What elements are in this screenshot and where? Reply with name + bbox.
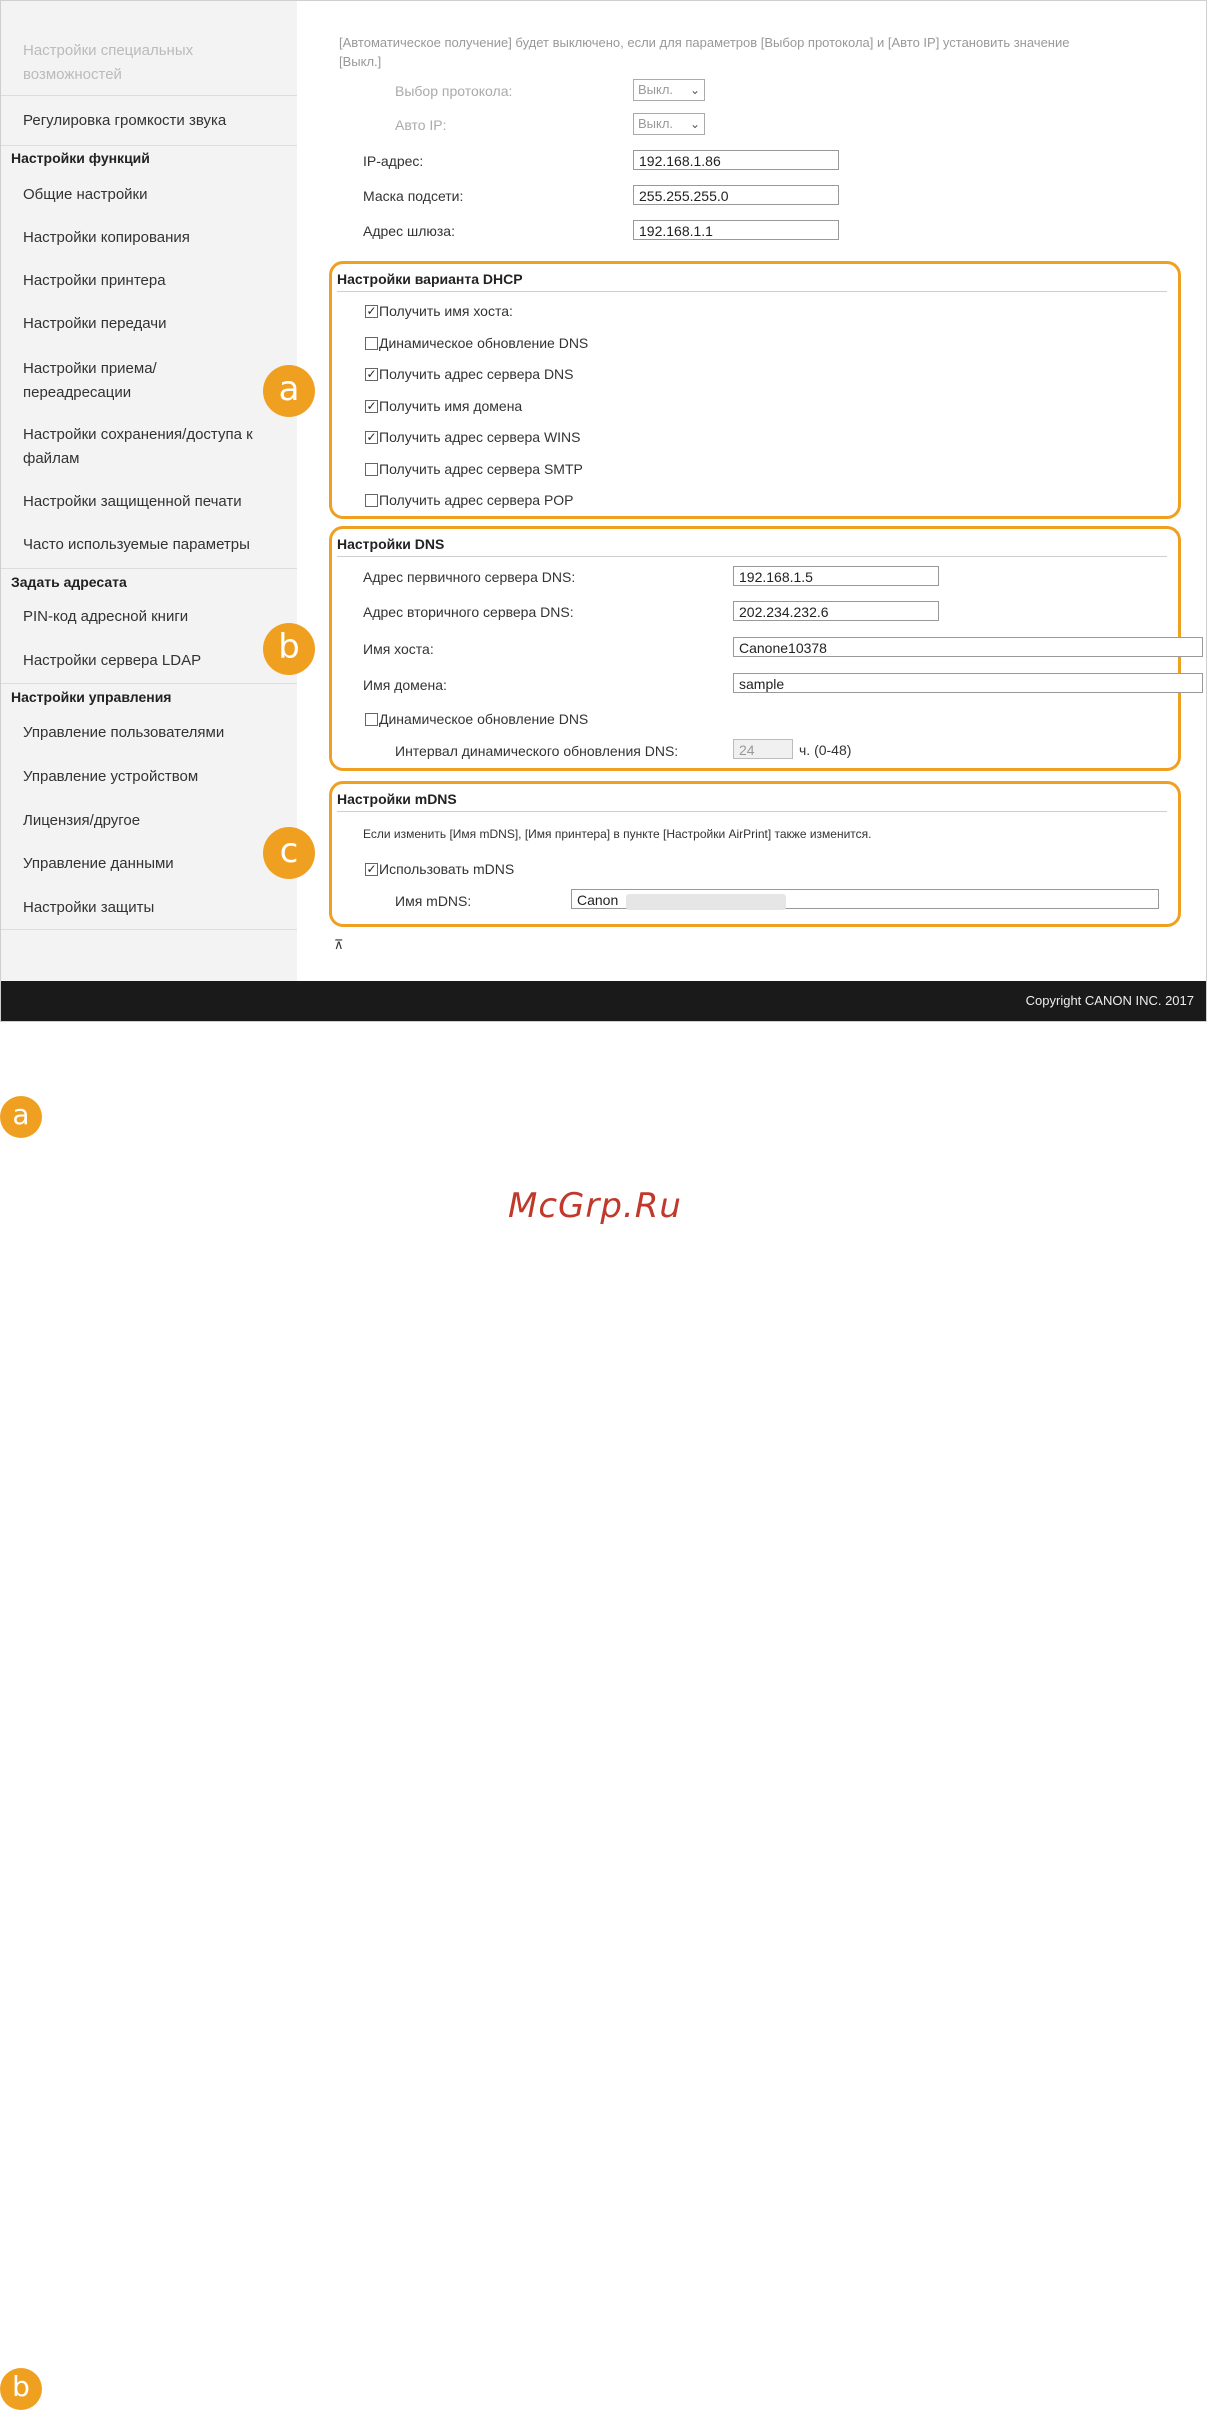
dhcp-option-label: Получить имя хоста: <box>379 303 513 319</box>
watermark-text: McGrp.Ru <box>508 1186 682 1226</box>
chevron-down-icon: ⌄ <box>689 83 700 97</box>
sidebar-item-volume[interactable]: Регулировка громкости звука <box>23 109 273 133</box>
interval-input[interactable]: 24 <box>733 739 793 759</box>
dhcp-option-label: Получить адрес сервера DNS <box>379 366 574 382</box>
sidebar-item-accessibility[interactable]: Настройки специальных возможностей <box>23 39 273 87</box>
dhcp-option-label: Получить адрес сервера POP <box>379 492 574 508</box>
autoip-select-value: Выкл. <box>638 116 674 131</box>
protocol-select[interactable]: Выкл. ⌄ <box>633 79 705 101</box>
sidebar-item-license[interactable]: Лицензия/другое <box>23 809 273 833</box>
sidebar-item-device[interactable]: Управление устройством <box>23 765 273 789</box>
callout-c-badge: c <box>263 827 315 879</box>
sidebar-item-printer[interactable]: Настройки принтера <box>23 269 273 293</box>
sidebar-item-data[interactable]: Управление данными <box>23 852 273 876</box>
mask-label: Маска подсети: <box>363 188 464 204</box>
domain-label: Имя домена: <box>363 677 447 693</box>
sidebar-item-ldap[interactable]: Настройки сервера LDAP <box>23 649 273 673</box>
sidebar-heading-functions: Настройки функций <box>11 150 150 166</box>
secondary-dns-input[interactable]: 202.234.232.6 <box>733 601 939 621</box>
gateway-input[interactable]: 192.168.1.1 <box>633 220 839 240</box>
secondary-dns-label: Адрес вторичного сервера DNS: <box>363 604 574 620</box>
dhcp-option-checkbox[interactable]: ✓ <box>365 368 378 381</box>
sidebar-item-security[interactable]: Настройки защиты <box>23 896 273 920</box>
autoip-label: Авто IP: <box>395 117 447 133</box>
browser-screenshot: Настройки специальных возможностей Регул… <box>0 0 1207 1022</box>
dynamic-dns-label: Динамическое обновление DNS <box>379 711 589 727</box>
mask-input[interactable]: 255.255.255.0 <box>633 185 839 205</box>
sidebar-item-addressbook-pin[interactable]: PIN-код адресной книги <box>23 605 273 629</box>
domain-input[interactable]: sample <box>733 673 1203 693</box>
back-to-top-icon[interactable]: ⊼ <box>334 937 344 953</box>
interval-unit: ч. (0-48) <box>799 742 852 758</box>
callout-b-badge: b <box>263 623 315 675</box>
dhcp-option-label: Получить имя домена <box>379 398 523 414</box>
redacted-serial <box>626 894 786 910</box>
sidebar-item-favorites[interactable]: Часто используемые параметры <box>23 533 273 557</box>
hostname-label: Имя хоста: <box>363 641 434 657</box>
dhcp-option-label: Динамическое обновление DNS <box>379 335 589 351</box>
dhcp-option-label: Получить адрес сервера SMTP <box>379 461 583 477</box>
sidebar-item-general[interactable]: Общие настройки <box>23 183 273 207</box>
legend-a-badge: a <box>0 1096 42 1138</box>
chevron-down-icon: ⌄ <box>689 117 700 131</box>
sidebar-item-receive[interactable]: Настройки приема/переадресации <box>23 357 233 405</box>
dns-section-title: Настройки DNS <box>337 536 445 552</box>
dhcp-section-title: Настройки варианта DHCP <box>337 271 523 287</box>
ip-input[interactable]: 192.168.1.86 <box>633 150 839 170</box>
dhcp-option-checkbox[interactable]: ✓ <box>365 431 378 444</box>
dhcp-option-checkbox[interactable]: ✓ <box>365 400 378 413</box>
mdns-name-label: Имя mDNS: <box>395 893 472 909</box>
interval-label: Интервал динамического обновления DNS: <box>395 743 679 759</box>
auto-acquire-note: [Автоматическое получение] будет выключе… <box>339 35 1070 69</box>
sidebar: Настройки специальных возможностей Регул… <box>1 1 298 981</box>
dhcp-option-checkbox[interactable] <box>365 463 378 476</box>
callout-a-badge: a <box>263 365 315 417</box>
sidebar-item-secure-print[interactable]: Настройки защищенной печати <box>23 490 273 514</box>
dhcp-option-checkbox[interactable] <box>365 337 378 350</box>
ip-label: IP-адрес: <box>363 153 424 169</box>
footer-bar: Copyright CANON INC. 2017 <box>1 981 1206 1021</box>
primary-dns-label: Адрес первичного сервера DNS: <box>363 569 576 585</box>
mdns-note: Если изменить [Имя mDNS], [Имя принтера]… <box>363 827 872 841</box>
dhcp-option-label: Получить адрес сервера WINS <box>379 429 581 445</box>
sidebar-item-copy[interactable]: Настройки копирования <box>23 226 273 250</box>
protocol-select-value: Выкл. <box>638 82 674 97</box>
copyright-text: Copyright CANON INC. 2017 <box>1025 993 1194 1008</box>
dynamic-dns-checkbox[interactable] <box>365 713 378 726</box>
use-mdns-label: Использовать mDNS <box>379 861 515 877</box>
mdns-section-title: Настройки mDNS <box>337 791 457 807</box>
sidebar-item-send[interactable]: Настройки передачи <box>23 312 273 336</box>
autoip-select[interactable]: Выкл. ⌄ <box>633 113 705 135</box>
dhcp-option-checkbox[interactable]: ✓ <box>365 305 378 318</box>
legend-b-badge: b <box>0 2368 42 2410</box>
protocol-label: Выбор протокола: <box>395 83 513 99</box>
primary-dns-input[interactable]: 192.168.1.5 <box>733 566 939 586</box>
hostname-input[interactable]: Canone10378 <box>733 637 1203 657</box>
gateway-label: Адрес шлюза: <box>363 223 455 239</box>
sidebar-item-store[interactable]: Настройки сохранения/доступа к файлам <box>23 423 273 471</box>
sidebar-item-users[interactable]: Управление пользователями <box>23 721 273 745</box>
sidebar-heading-management: Настройки управления <box>11 689 172 705</box>
dhcp-option-checkbox[interactable] <box>365 494 378 507</box>
use-mdns-checkbox[interactable]: ✓ <box>365 863 378 876</box>
dhcp-section-highlight <box>329 261 1181 519</box>
sidebar-heading-destination: Задать адресата <box>11 574 127 590</box>
